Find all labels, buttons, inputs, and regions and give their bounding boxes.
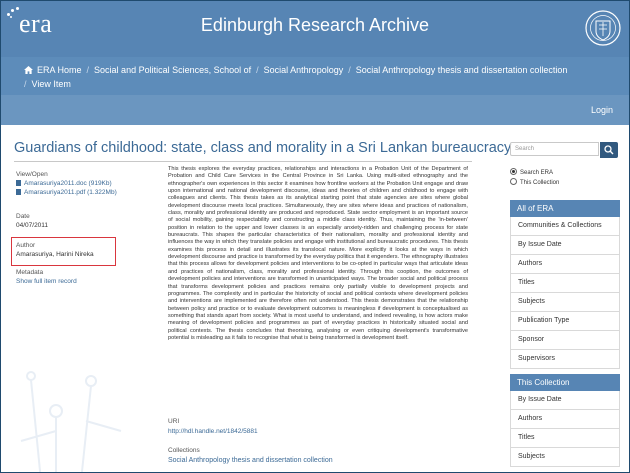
- radio-icon[interactable]: [510, 178, 517, 185]
- metadata-label: Metadata: [16, 269, 44, 276]
- breadcrumb-separator: /: [24, 79, 27, 89]
- view-open-label: View/Open: [16, 171, 48, 178]
- browse-collection-nav: This Collection By Issue Date Authors Ti…: [510, 374, 620, 467]
- scope-label: This Collection: [520, 180, 560, 186]
- radio-selected-icon[interactable]: [510, 168, 517, 175]
- breadcrumb-era-home[interactable]: ERA Home: [37, 65, 82, 75]
- page-frame: era Edinburgh Research Archive ERA Home /…: [0, 0, 630, 473]
- breadcrumb-current: View Item: [31, 79, 71, 89]
- scope-label: Search ERA: [520, 170, 554, 176]
- browse-all-nav: All of ERA Communities & Collections By …: [510, 200, 620, 369]
- home-icon: [24, 66, 33, 74]
- this-collection-heading: This Collection: [510, 374, 620, 391]
- nav-subjects[interactable]: Subjects: [510, 293, 620, 312]
- breadcrumb-school[interactable]: Social and Political Sciences, School of: [94, 65, 251, 75]
- scope-search-era[interactable]: Search ERA: [510, 168, 553, 176]
- date-value: 04/07/2011: [16, 222, 49, 229]
- nav-collection-by-issue-date[interactable]: By Issue Date: [510, 391, 620, 410]
- site-header: era Edinburgh Research Archive: [1, 1, 629, 57]
- breadcrumb: ERA Home / Social and Political Sciences, …: [1, 57, 629, 95]
- site-title: Edinburgh Research Archive: [200, 15, 430, 35]
- nav-publication-type[interactable]: Publication Type: [510, 312, 620, 331]
- file-pdf-name[interactable]: Amarasuriya2011.pdf (1.322Mb): [24, 189, 117, 196]
- nav-supervisors[interactable]: Supervisors: [510, 350, 620, 369]
- nav-collection-subjects[interactable]: Subjects: [510, 448, 620, 467]
- decorative-watermark-icon: [20, 371, 122, 472]
- breadcrumb-separator: /: [348, 65, 351, 75]
- full-record-link[interactable]: Show full item record: [16, 278, 77, 285]
- login-bar: Login: [1, 95, 629, 125]
- uri-link[interactable]: http://hdl.handle.net/1842/5881: [168, 428, 258, 435]
- search-button[interactable]: [600, 142, 618, 158]
- nav-communities-collections[interactable]: Communities & Collections: [510, 217, 620, 236]
- title-divider: [14, 161, 472, 162]
- nav-sponsor[interactable]: Sponsor: [510, 331, 620, 350]
- university-crest-icon: [585, 10, 621, 46]
- nav-collection-titles[interactable]: Titles: [510, 429, 620, 448]
- collections-label: Collections: [168, 447, 200, 454]
- scope-this-collection[interactable]: This Collection: [510, 178, 559, 186]
- breadcrumb-social-anthropology[interactable]: Social Anthropology: [264, 65, 344, 75]
- file-doc-link[interactable]: Amarasuriya2011.doc (919Kb): [16, 180, 112, 187]
- author-value: Amarasuriya, Harini Nireka: [16, 251, 94, 258]
- breadcrumb-collection[interactable]: Social Anthropology thesis and dissertat…: [356, 65, 568, 75]
- nav-authors[interactable]: Authors: [510, 255, 620, 274]
- search-icon: [604, 145, 614, 155]
- breadcrumb-separator: /: [256, 65, 259, 75]
- collection-link[interactable]: Social Anthropology thesis and dissertat…: [168, 457, 333, 464]
- uri-label: URI: [168, 418, 180, 425]
- breadcrumb-separator: /: [86, 65, 90, 75]
- login-link[interactable]: Login: [591, 105, 613, 115]
- date-label: Date: [16, 213, 30, 220]
- nav-titles[interactable]: Titles: [510, 274, 620, 293]
- nav-by-issue-date[interactable]: By Issue Date: [510, 236, 620, 255]
- author-label: Author: [16, 242, 36, 249]
- page-title: Guardians of childhood: state, class and…: [14, 140, 512, 156]
- file-icon: [16, 180, 21, 186]
- file-icon: [16, 189, 21, 195]
- search-input[interactable]: Search: [510, 142, 599, 156]
- nav-collection-authors[interactable]: Authors: [510, 410, 620, 429]
- abstract-text: This thesis explores the everyday practi…: [168, 166, 468, 341]
- file-doc-name[interactable]: Amarasuriya2011.doc (919Kb): [24, 180, 112, 187]
- file-pdf-link[interactable]: Amarasuriya2011.pdf (1.322Mb): [16, 189, 117, 196]
- all-of-era-heading: All of ERA: [510, 200, 620, 217]
